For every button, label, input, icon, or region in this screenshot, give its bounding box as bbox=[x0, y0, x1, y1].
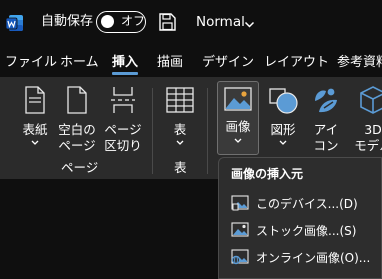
shapes-label: 図形 bbox=[270, 122, 296, 137]
page-break-icon bbox=[111, 87, 135, 113]
3d-models-label-1: 3D bbox=[364, 122, 382, 137]
word-logo-icon bbox=[5, 13, 25, 33]
tab-insert[interactable]: 挿入 bbox=[112, 54, 138, 72]
menu-item-label: ストック画像...(S) bbox=[256, 224, 357, 238]
save-icon[interactable] bbox=[157, 12, 177, 32]
menu-item-label: このデバイス...(D) bbox=[256, 197, 358, 211]
pages-group-label: ページ bbox=[61, 160, 99, 175]
insert-picture-menu: 画像の挿入元 このデバイス...(D) ストック画像...(S) オンライン画像… bbox=[218, 157, 382, 279]
cover-page-label: 表紙 bbox=[22, 122, 48, 137]
stock-images-icon bbox=[231, 222, 249, 237]
icons-label-2: コン bbox=[313, 138, 339, 153]
tab-references[interactable]: 参考資料 bbox=[337, 54, 382, 72]
active-tab-indicator bbox=[112, 72, 138, 75]
tab-draw[interactable]: 描画 bbox=[157, 54, 183, 72]
shapes-button[interactable]: 図形 bbox=[263, 84, 303, 154]
ribbon-tabs: ファイル ホーム 挿入 描画 デザイン レイアウト 参考資料 bbox=[0, 50, 382, 76]
chevron-down-icon bbox=[234, 138, 242, 143]
page-break-label-1: ページ bbox=[104, 122, 142, 137]
cover-page-button[interactable]: 表紙 bbox=[15, 84, 55, 154]
chevron-down-icon bbox=[176, 140, 184, 145]
3d-cube-icon bbox=[360, 86, 382, 114]
table-button[interactable]: 表 bbox=[160, 84, 200, 154]
icons-insert-icon bbox=[315, 88, 337, 113]
cover-page-icon bbox=[25, 86, 45, 114]
chevron-down-icon bbox=[279, 140, 287, 145]
3d-models-button[interactable]: 3D モデル bbox=[350, 84, 382, 154]
tab-layout[interactable]: レイアウト bbox=[264, 54, 329, 72]
tables-group-label: 表 bbox=[174, 160, 187, 175]
tab-design[interactable]: デザイン bbox=[202, 54, 254, 72]
blank-page-icon bbox=[67, 86, 87, 114]
blank-page-button[interactable]: 空白の ページ bbox=[57, 84, 97, 154]
3d-models-label-2: モデル bbox=[354, 138, 382, 153]
tab-home[interactable]: ホーム bbox=[60, 54, 99, 72]
picture-icon bbox=[224, 87, 252, 111]
page-break-button[interactable]: ページ 区切り bbox=[101, 84, 145, 154]
group-separator bbox=[152, 88, 153, 174]
autosave-label: 自動保存 bbox=[41, 14, 94, 29]
style-name[interactable]: Normal bbox=[196, 13, 245, 31]
chevron-down-icon bbox=[31, 140, 39, 145]
image-label: 画像 bbox=[225, 119, 251, 134]
autosave-state: オフ bbox=[121, 14, 146, 28]
title-bar: 自動保存 オフ Normal bbox=[0, 0, 382, 46]
shapes-icon bbox=[269, 88, 298, 114]
autosave-toggle[interactable]: オフ bbox=[96, 11, 146, 33]
menu-header: 画像の挿入元 bbox=[231, 167, 304, 181]
device-picture-icon bbox=[231, 195, 249, 211]
menu-item-online-pictures[interactable]: オンライン画像(O)... bbox=[219, 245, 382, 271]
menu-item-this-device[interactable]: このデバイス...(D) bbox=[219, 191, 382, 217]
menu-item-stock-images[interactable]: ストック画像...(S) bbox=[219, 218, 382, 244]
group-separator bbox=[207, 88, 208, 174]
icons-label-1: アイ bbox=[313, 122, 339, 137]
table-icon bbox=[166, 87, 194, 113]
tab-file[interactable]: ファイル bbox=[5, 54, 57, 72]
chevron-down-icon[interactable] bbox=[244, 15, 255, 28]
page-break-label-2: 区切り bbox=[104, 138, 142, 153]
icons-button[interactable]: アイ コン bbox=[306, 84, 346, 154]
blank-page-label-1: 空白の bbox=[58, 122, 96, 137]
image-button[interactable]: 画像 bbox=[217, 81, 259, 155]
online-pictures-icon bbox=[231, 249, 249, 265]
blank-page-label-2: ページ bbox=[58, 138, 96, 153]
menu-item-label: オンライン画像(O)... bbox=[256, 251, 371, 265]
toggle-knob bbox=[101, 15, 114, 28]
table-label: 表 bbox=[173, 122, 187, 137]
